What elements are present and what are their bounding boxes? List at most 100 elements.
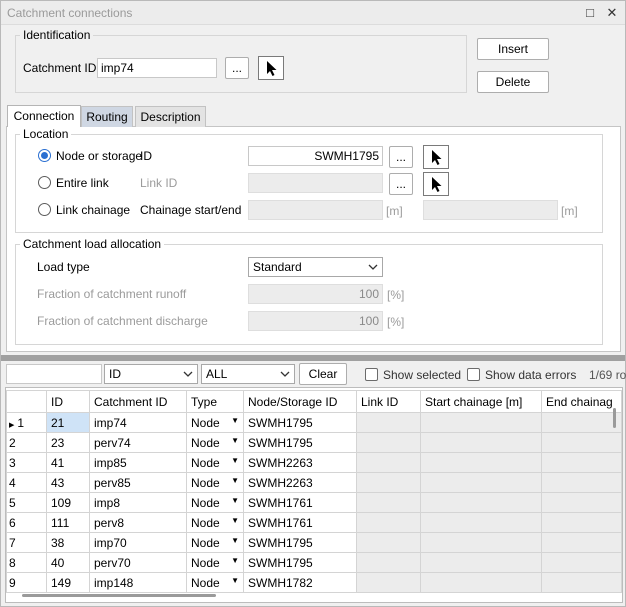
column-header-node-storage-id[interactable]: Node/Storage ID	[243, 390, 357, 413]
catchment-id-input[interactable]: imp74	[97, 58, 217, 78]
type-cell[interactable]: Node ▼	[186, 532, 244, 553]
type-cell[interactable]: Node ▼	[186, 472, 244, 493]
link-id-cell[interactable]	[356, 572, 421, 593]
table-row[interactable]: 8 40 perv70 Node ▼ SWMH1795	[6, 552, 622, 573]
id-cell[interactable]: 43	[46, 472, 90, 493]
id-cell[interactable]: 149	[46, 572, 90, 593]
end-chainage-cell[interactable]	[541, 572, 622, 593]
column-header-start-chainage[interactable]: Start chainage [m]	[420, 390, 542, 413]
start-chainage-cell[interactable]	[420, 492, 542, 513]
node-id-input[interactable]: SWMH1795	[248, 146, 383, 166]
node-storage-id-cell[interactable]: SWMH1795	[243, 432, 357, 453]
horizontal-scrollbar-thumb[interactable]	[22, 594, 216, 597]
start-chainage-cell[interactable]	[420, 572, 542, 593]
node-storage-id-cell[interactable]: SWMH1795	[243, 412, 357, 433]
node-pick-button[interactable]	[423, 145, 449, 169]
type-cell[interactable]: Node ▼	[186, 492, 244, 513]
start-chainage-cell[interactable]	[420, 532, 542, 553]
node-browse-button[interactable]: ...	[389, 146, 413, 168]
type-cell[interactable]: Node ▼	[186, 432, 244, 453]
end-chainage-cell[interactable]	[541, 472, 622, 493]
dropdown-arrow-icon[interactable]: ▼	[231, 416, 239, 425]
column-header-catchment-id[interactable]: Catchment ID	[89, 390, 187, 413]
dropdown-arrow-icon[interactable]: ▼	[231, 496, 239, 505]
catchment-id-cell[interactable]: imp70	[89, 532, 187, 553]
link-id-cell[interactable]	[356, 432, 421, 453]
node-storage-id-cell[interactable]: SWMH2263	[243, 472, 357, 493]
load-type-select[interactable]: Standard	[248, 257, 383, 277]
end-chainage-cell[interactable]	[541, 432, 622, 453]
discharge-input[interactable]: 100	[248, 311, 383, 331]
catchment-id-cell[interactable]: imp8	[89, 492, 187, 513]
entire-link-radio[interactable]	[38, 176, 51, 189]
table-row[interactable]: ▶ 1 21 imp74 Node ▼ SWMH1795	[6, 412, 622, 433]
node-storage-id-cell[interactable]: SWMH1795	[243, 532, 357, 553]
filter-scope-select[interactable]: ALL	[201, 364, 295, 384]
insert-button[interactable]: Insert	[477, 38, 549, 60]
catchment-id-cell[interactable]: imp148	[89, 572, 187, 593]
catchment-id-cell[interactable]: imp85	[89, 452, 187, 473]
delete-button[interactable]: Delete	[477, 71, 549, 93]
type-cell[interactable]: Node ▼	[186, 412, 244, 433]
end-chainage-cell[interactable]	[541, 552, 622, 573]
table-row[interactable]: 6 111 perv8 Node ▼ SWMH1761	[6, 512, 622, 533]
start-chainage-cell[interactable]	[420, 412, 542, 433]
link-browse-button[interactable]: ...	[389, 173, 413, 195]
filter-search-input[interactable]	[6, 364, 102, 384]
type-cell[interactable]: Node ▼	[186, 512, 244, 533]
link-chainage-radio[interactable]	[38, 203, 51, 216]
id-cell[interactable]: 23	[46, 432, 90, 453]
start-chainage-cell[interactable]	[420, 452, 542, 473]
link-id-input[interactable]	[248, 173, 383, 193]
table-row[interactable]: 9 149 imp148 Node ▼ SWMH1782	[6, 572, 622, 593]
table-row[interactable]: 7 38 imp70 Node ▼ SWMH1795	[6, 532, 622, 553]
id-cell[interactable]: 109	[46, 492, 90, 513]
link-pick-button[interactable]	[423, 172, 449, 196]
table-row[interactable]: 3 41 imp85 Node ▼ SWMH2263	[6, 452, 622, 473]
runoff-input[interactable]: 100	[248, 284, 383, 304]
column-header-type[interactable]: Type	[186, 390, 244, 413]
dropdown-arrow-icon[interactable]: ▼	[231, 556, 239, 565]
maximize-button[interactable]: □	[581, 4, 599, 22]
chainage-start-input[interactable]	[248, 200, 383, 220]
end-chainage-cell[interactable]	[541, 532, 622, 553]
node-storage-id-cell[interactable]: SWMH1795	[243, 552, 357, 573]
tab-description[interactable]: Description	[135, 106, 206, 127]
close-button[interactable]: ✕	[603, 4, 621, 22]
id-cell[interactable]: 111	[46, 512, 90, 533]
end-chainage-cell[interactable]	[541, 512, 622, 533]
show-data-errors-checkbox[interactable]	[467, 368, 480, 381]
catchment-id-cell[interactable]: perv70	[89, 552, 187, 573]
splitter-bar[interactable]	[1, 355, 625, 361]
dropdown-arrow-icon[interactable]: ▼	[231, 516, 239, 525]
column-header-id[interactable]: ID	[46, 390, 90, 413]
catchment-pick-button[interactable]	[258, 56, 284, 80]
table-row[interactable]: 4 43 perv85 Node ▼ SWMH2263	[6, 472, 622, 493]
catchment-id-cell[interactable]: perv74	[89, 432, 187, 453]
end-chainage-cell[interactable]	[541, 412, 622, 433]
node-storage-id-cell[interactable]: SWMH1761	[243, 492, 357, 513]
show-selected-checkbox[interactable]	[365, 368, 378, 381]
id-cell[interactable]: 21	[46, 412, 90, 433]
catchment-browse-button[interactable]: ...	[225, 57, 249, 79]
link-id-cell[interactable]	[356, 492, 421, 513]
catchment-id-cell[interactable]: perv8	[89, 512, 187, 533]
end-chainage-cell[interactable]	[541, 492, 622, 513]
dropdown-arrow-icon[interactable]: ▼	[231, 476, 239, 485]
link-id-cell[interactable]	[356, 452, 421, 473]
type-cell[interactable]: Node ▼	[186, 552, 244, 573]
catchment-id-cell[interactable]: imp74	[89, 412, 187, 433]
dropdown-arrow-icon[interactable]: ▼	[231, 536, 239, 545]
column-header-end-chainage[interactable]: End chainag	[541, 390, 622, 413]
column-header-link-id[interactable]: Link ID	[356, 390, 421, 413]
vertical-scrollbar-thumb[interactable]	[613, 408, 616, 428]
type-cell[interactable]: Node ▼	[186, 572, 244, 593]
start-chainage-cell[interactable]	[420, 472, 542, 493]
table-row[interactable]: 2 23 perv74 Node ▼ SWMH1795	[6, 432, 622, 453]
dropdown-arrow-icon[interactable]: ▼	[231, 456, 239, 465]
node-storage-id-cell[interactable]: SWMH2263	[243, 452, 357, 473]
start-chainage-cell[interactable]	[420, 552, 542, 573]
node-storage-id-cell[interactable]: SWMH1761	[243, 512, 357, 533]
link-id-cell[interactable]	[356, 512, 421, 533]
clear-filter-button[interactable]: Clear	[299, 363, 347, 385]
